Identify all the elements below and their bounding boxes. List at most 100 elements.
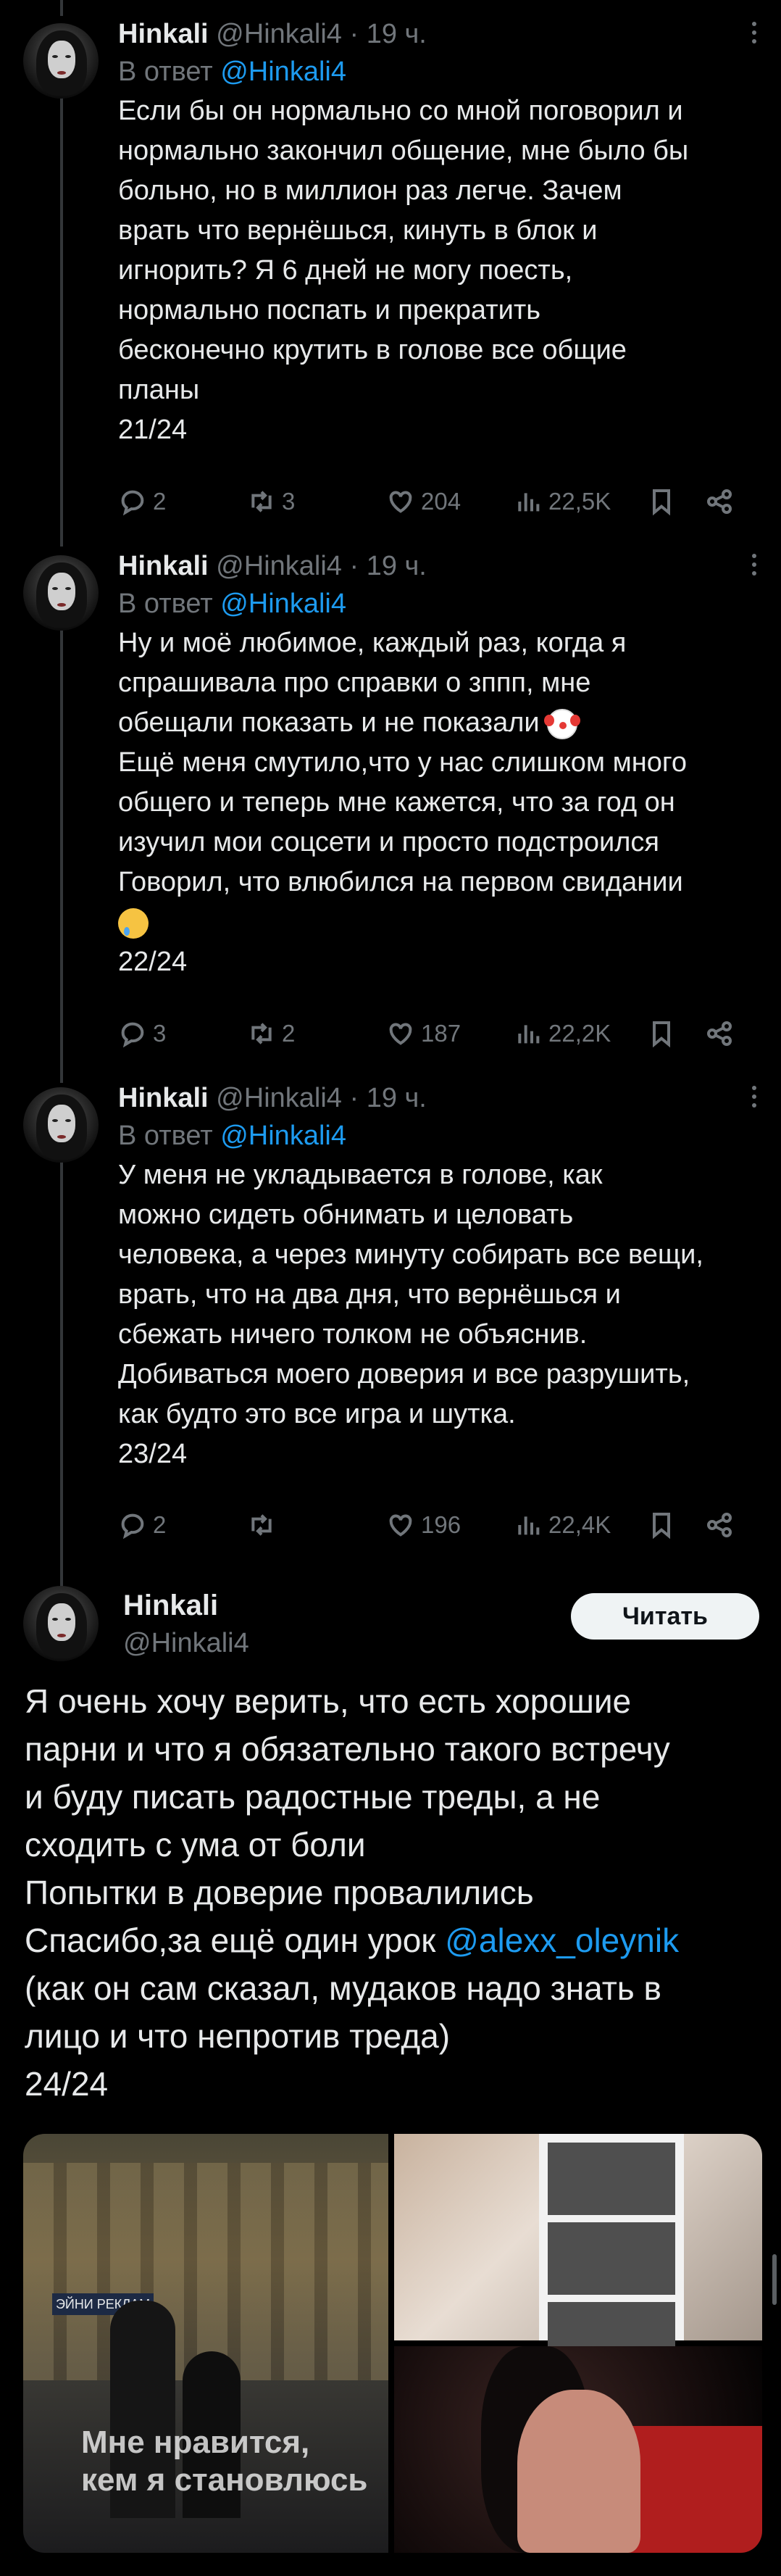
- scrollbar-thumb[interactable]: [772, 2254, 777, 2305]
- tweet-line: человека, а через минуту собирать все ве…: [118, 1239, 703, 1270]
- views-button[interactable]: 22,5K: [514, 480, 611, 523]
- reply-button[interactable]: 2: [118, 1503, 166, 1547]
- analytics-icon: [518, 493, 540, 512]
- bookmark-icon: [653, 489, 670, 516]
- tweet-line: как будто это все игра и шутка.: [118, 1399, 516, 1429]
- retweet-count: 2: [282, 1020, 296, 1047]
- tweet-line: Если бы он нормально со мной поговорил и: [118, 96, 683, 126]
- face: [517, 2390, 640, 2553]
- reply-count: 3: [153, 1020, 167, 1047]
- retweet-button[interactable]: 2: [247, 1012, 295, 1055]
- tweet-line: нормально закончил общение, мне было бы: [118, 136, 689, 166]
- like-count: 187: [421, 1020, 462, 1047]
- share-icon: [707, 1021, 732, 1046]
- author-handle-time[interactable]: @Hinkali4 · 19 ч.: [216, 1083, 427, 1113]
- reply-handle-link[interactable]: @Hinkali4: [220, 57, 346, 87]
- tweet-line: Спасибо,за ещё один урок: [25, 1921, 446, 1959]
- share-button[interactable]: [705, 480, 734, 523]
- bookmark-icon: [653, 1021, 670, 1048]
- reply-prefix: В ответ: [118, 589, 213, 619]
- views-button[interactable]: 22,4K: [514, 1503, 611, 1547]
- tweet-line: планы: [118, 375, 200, 405]
- tweet-line: 21/24: [118, 415, 188, 445]
- tweet-text: У меня не укладывается в голове, как мож…: [118, 1155, 756, 1474]
- retweet-button[interactable]: 3: [247, 480, 295, 523]
- views-button[interactable]: 22,2K: [514, 1012, 611, 1055]
- tweet-line: больно, но в миллион раз легче. Зачем: [118, 175, 622, 206]
- tweet-line: общего и теперь мне кажется, что за год …: [118, 787, 675, 818]
- reply-prefix: В ответ: [118, 1121, 213, 1151]
- bookmark-icon: [653, 1513, 670, 1540]
- media-photo-strip[interactable]: [394, 2134, 762, 2375]
- views-count: 22,2K: [548, 1020, 611, 1047]
- tweet-line: сходить с ума от боли: [25, 1826, 366, 1864]
- reply-context: В ответ @Hinkali4: [118, 54, 346, 90]
- tweet-line: врать, что на два дня, что вернёшься и: [118, 1279, 621, 1310]
- follow-button[interactable]: Читать: [571, 1593, 759, 1640]
- author-name[interactable]: Hinkali: [118, 19, 209, 49]
- more-dots-icon[interactable]: [751, 22, 758, 51]
- reply-handle-link[interactable]: @Hinkali4: [220, 589, 346, 619]
- analytics-icon: [518, 1025, 540, 1044]
- tweet-line: Я очень хочу верить, что есть хорошие: [25, 1682, 632, 1720]
- author-handle-time[interactable]: @Hinkali4 · 19 ч.: [216, 551, 427, 581]
- tweet-21[interactable]: Hinkali @Hinkali4 · 19 ч. В ответ @Hinka…: [0, 16, 781, 531]
- action-bar: 2 3 204 22,5K: [118, 480, 756, 523]
- like-button[interactable]: 187: [386, 1012, 461, 1055]
- views-count: 22,5K: [548, 488, 611, 515]
- tweet-line: врать что вернёшься, кинуть в блок и: [118, 215, 598, 246]
- comment-icon: [121, 1513, 144, 1540]
- share-button[interactable]: [705, 1503, 734, 1547]
- main-avatar[interactable]: [23, 1586, 99, 1661]
- retweet-button[interactable]: [247, 1503, 282, 1547]
- bookmark-button[interactable]: [647, 480, 676, 523]
- reply-button[interactable]: 3: [118, 1012, 166, 1055]
- author-name[interactable]: Hinkali: [118, 551, 209, 581]
- tweet-header: Hinkali @Hinkali4 · 19 ч.: [118, 548, 427, 584]
- analytics-icon: [518, 1516, 540, 1535]
- like-button[interactable]: 196: [386, 1503, 461, 1547]
- crying-face-emoji-icon: [118, 907, 149, 939]
- action-bar: 3 2 187 22,2K: [118, 1012, 756, 1055]
- action-bar: 2 196 22,4K: [118, 1503, 756, 1547]
- like-button[interactable]: 204: [386, 480, 461, 523]
- retweet-count: 3: [282, 488, 296, 515]
- tweet-header: Hinkali @Hinkali4 · 19 ч.: [118, 1080, 427, 1116]
- views-count: 22,4K: [548, 1511, 611, 1538]
- photo-frame: [548, 2143, 675, 2215]
- mention-link[interactable]: @alexx_oleynik: [445, 1921, 679, 1959]
- media-photo-portrait[interactable]: [394, 2346, 762, 2553]
- clown-emoji-icon: [544, 708, 581, 739]
- avatar[interactable]: [23, 23, 99, 99]
- share-icon: [707, 489, 732, 514]
- tweet-line: изучил мои соцсети и просто подстроился: [118, 827, 659, 857]
- media-photo-street[interactable]: ЭЙНИ РЕКЛАМ Мне нравится, кем я становлю…: [23, 2134, 388, 2553]
- share-icon: [707, 1513, 732, 1537]
- tweet-line: 23/24: [118, 1439, 188, 1469]
- building-facade: [23, 2163, 388, 2380]
- tweet-header: Hinkali @Hinkali4 · 19 ч.: [118, 16, 427, 52]
- avatar[interactable]: [23, 555, 99, 631]
- tweet-line: лицо и что непротив треда): [25, 2017, 451, 2055]
- heart-icon: [389, 491, 412, 513]
- tweet-line: Говорил, что влюбился на первом свидании: [118, 867, 683, 897]
- tweet-line: парни и что я обязательно такого встречу: [25, 1730, 670, 1768]
- more-dots-icon[interactable]: [751, 554, 758, 583]
- main-author-name[interactable]: Hinkali: [123, 1587, 218, 1624]
- bookmark-button[interactable]: [647, 1012, 676, 1055]
- tweet-line: Ну и моё любимое, каждый раз, когда я: [118, 628, 627, 658]
- retweet-icon: [251, 491, 272, 512]
- more-dots-icon[interactable]: [751, 1086, 758, 1115]
- avatar[interactable]: [23, 1087, 99, 1163]
- share-button[interactable]: [705, 1012, 734, 1055]
- tweet-23[interactable]: Hinkali @Hinkali4 · 19 ч. В ответ @Hinka…: [0, 1080, 781, 1558]
- retweet-icon: [251, 1514, 272, 1536]
- tweet-22[interactable]: Hinkali @Hinkali4 · 19 ч. В ответ @Hinka…: [0, 548, 781, 1077]
- reply-button[interactable]: 2: [118, 480, 166, 523]
- tweet-line: У меня не укладывается в голове, как: [118, 1160, 603, 1190]
- main-author-handle[interactable]: @Hinkali4: [123, 1625, 249, 1661]
- reply-handle-link[interactable]: @Hinkali4: [220, 1121, 346, 1151]
- bookmark-button[interactable]: [647, 1503, 676, 1547]
- author-handle-time[interactable]: @Hinkali4 · 19 ч.: [216, 19, 427, 49]
- author-name[interactable]: Hinkali: [118, 1083, 209, 1113]
